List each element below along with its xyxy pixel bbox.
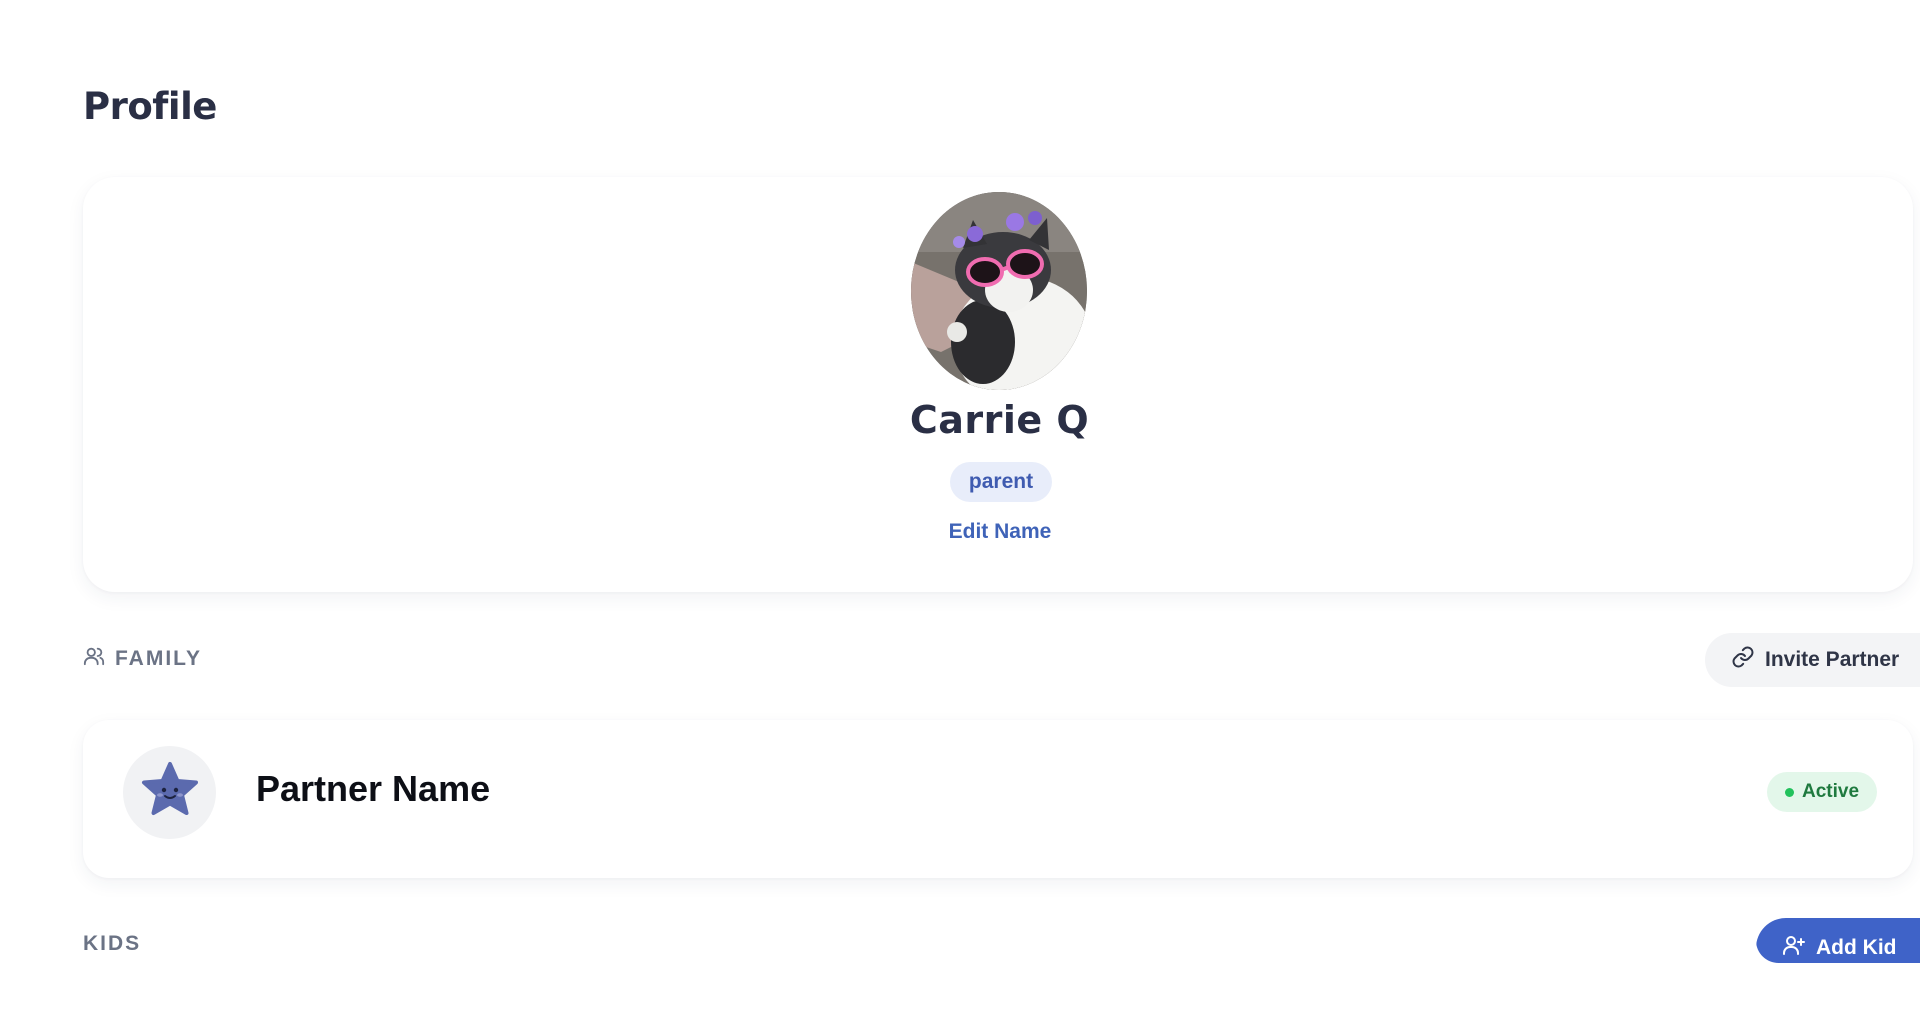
add-kid-button[interactable]: Add Kid — [1756, 918, 1920, 963]
profile-name: Carrie Q — [909, 398, 1090, 442]
invite-partner-button[interactable]: Invite Partner — [1705, 633, 1920, 687]
status-dot — [1784, 787, 1794, 797]
cat-photo-avatar — [911, 192, 1087, 390]
role-badge: parent — [950, 462, 1052, 502]
profile-avatar[interactable] — [911, 192, 1087, 390]
profile-page: Profile Carrie Q parent Edit Name FAMILY… — [0, 0, 1920, 1034]
edit-name-button[interactable]: Edit Name — [900, 520, 1100, 544]
invite-partner-label: Invite Partner — [1765, 648, 1900, 671]
link-icon — [1731, 645, 1755, 675]
partner-name: Partner Name — [256, 768, 491, 809]
kids-section-header: KIDS — [83, 932, 141, 956]
family-section-header: FAMILY — [83, 645, 202, 673]
page-title: Profile — [83, 85, 217, 128]
add-kid-label: Add Kid — [1816, 936, 1897, 959]
star-icon — [138, 758, 202, 827]
family-section-label: FAMILY — [115, 647, 203, 670]
status-label: Active — [1801, 781, 1860, 802]
user-plus-icon — [1782, 933, 1806, 963]
users-icon — [83, 645, 105, 673]
partner-avatar — [123, 746, 216, 839]
kids-section-label: KIDS — [83, 932, 142, 955]
status-badge: Active — [1767, 772, 1877, 812]
